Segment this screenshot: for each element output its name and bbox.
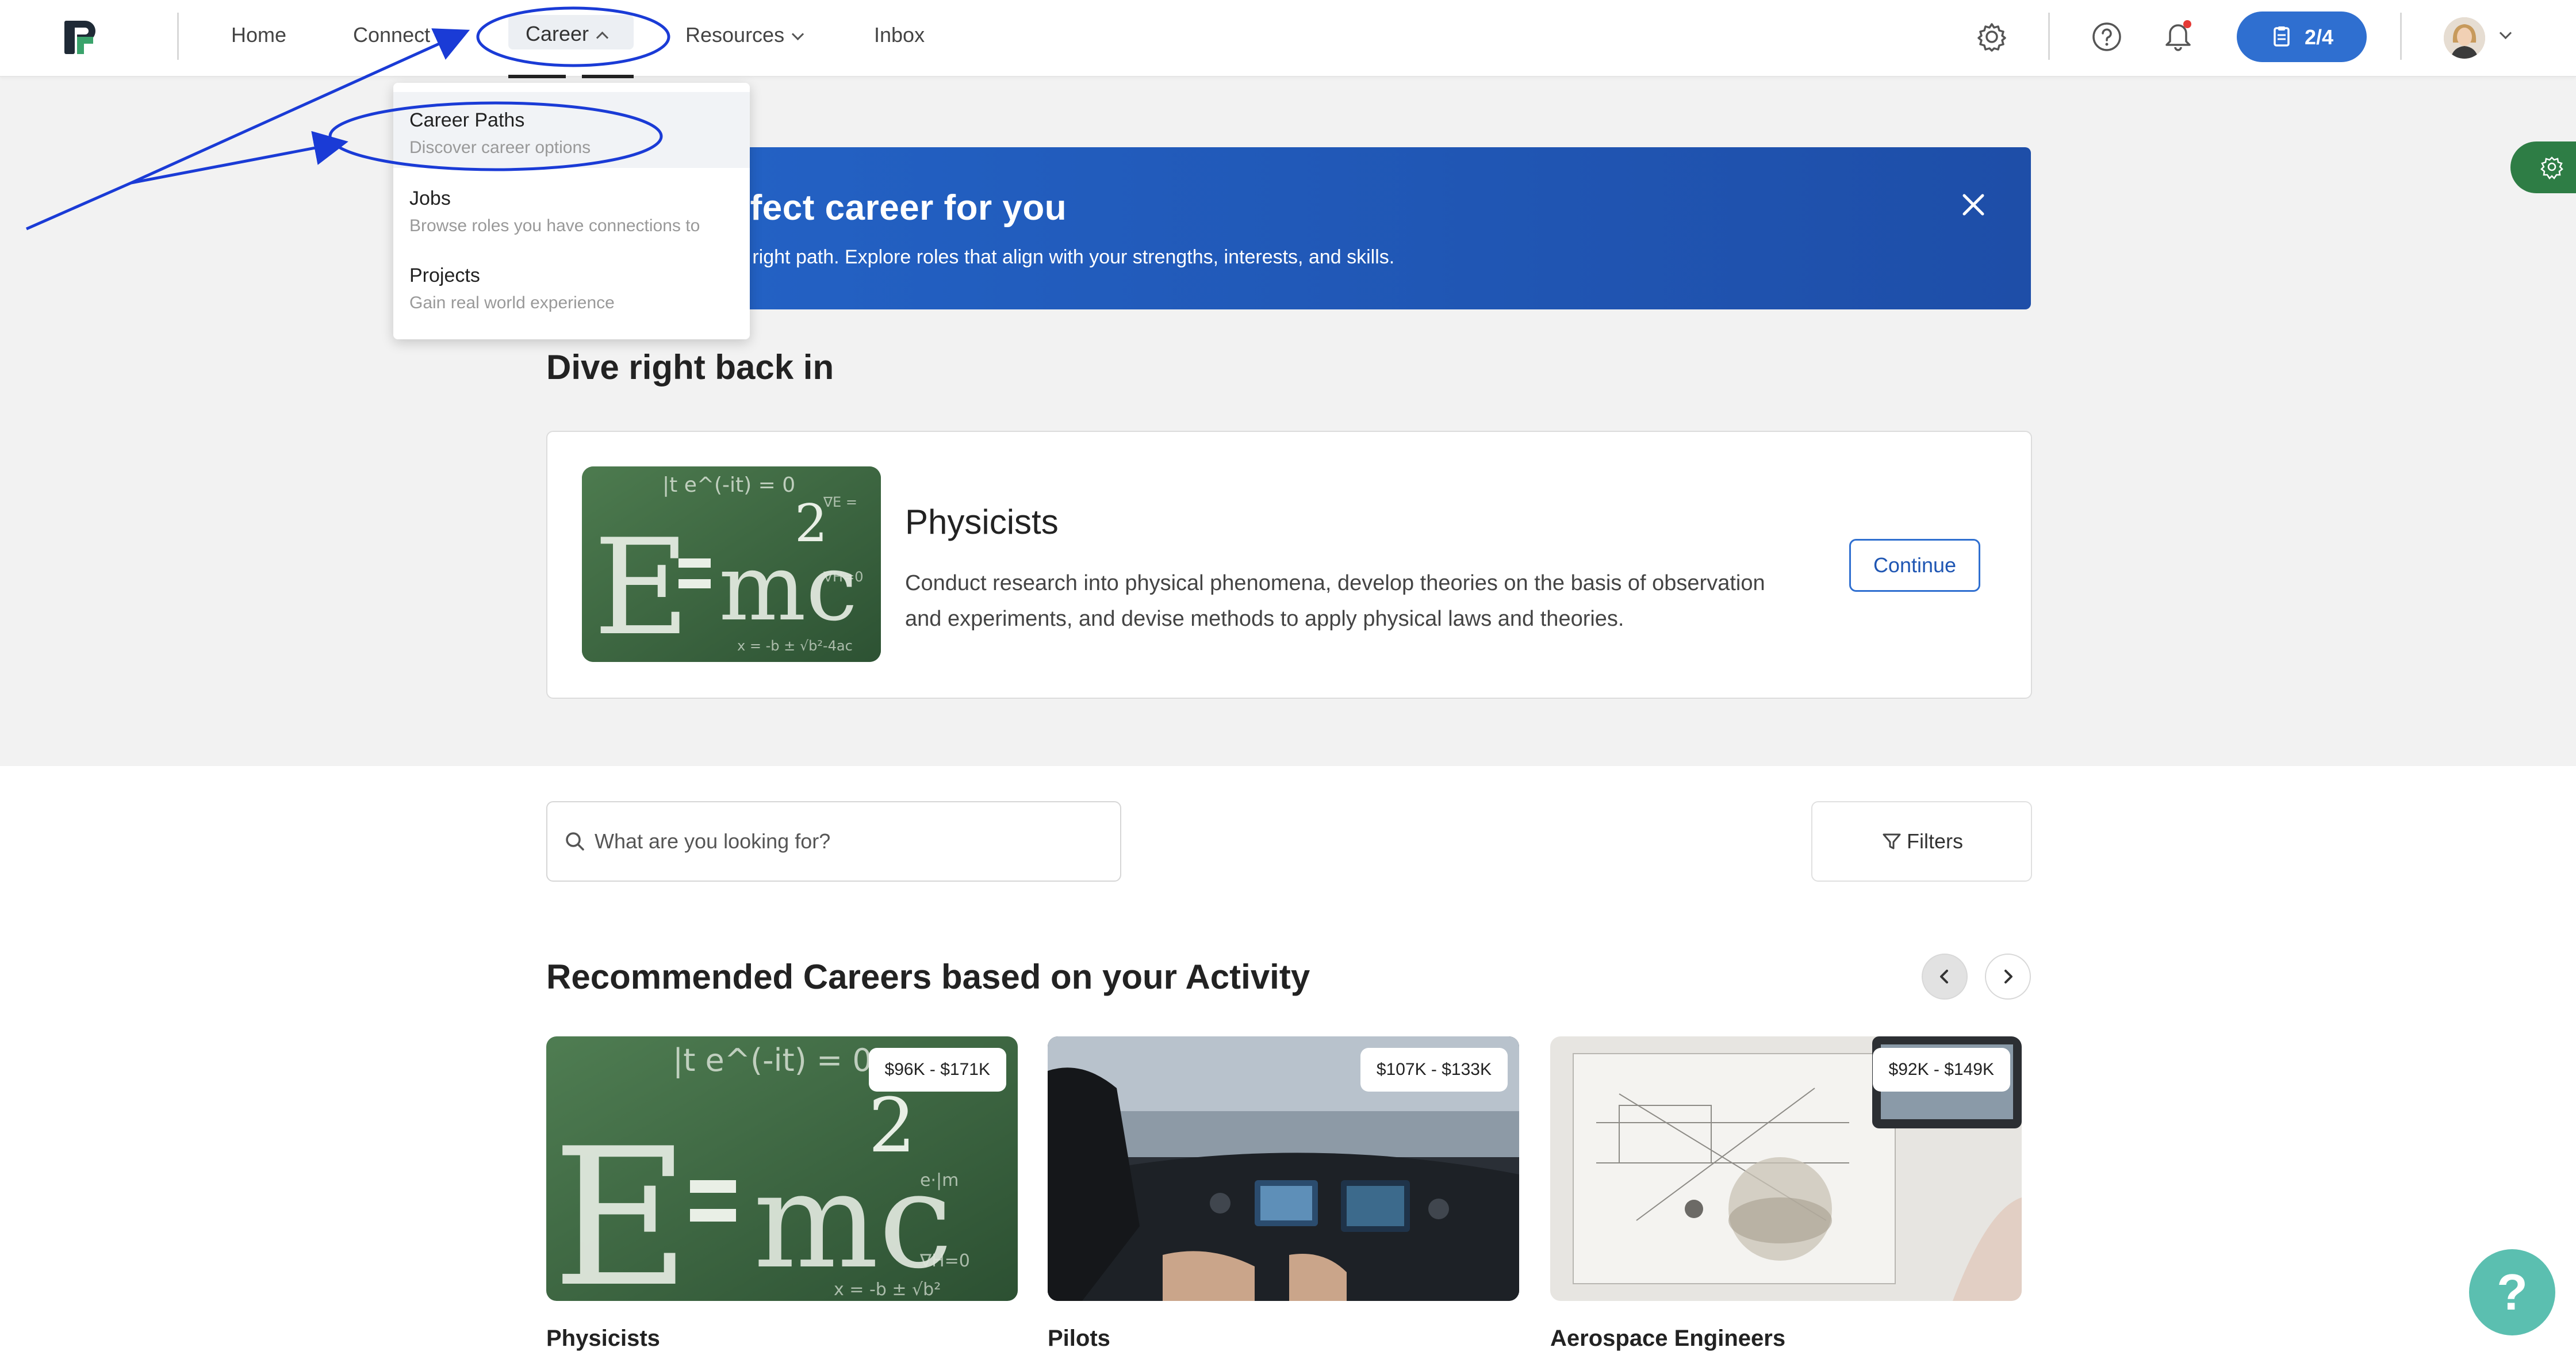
svg-text:e·|m: e·|m [920, 1170, 959, 1191]
chevron-up-icon [596, 31, 609, 44]
career-card-title[interactable]: Pilots [1048, 1326, 1110, 1352]
svg-text:∇E =: ∇E = [823, 494, 857, 510]
svg-text:E: E [552, 1108, 691, 1301]
lightbulb-icon [2540, 156, 2563, 179]
resume-heading: Dive right back in [546, 348, 834, 386]
salary-badge: $107K - $133K [1360, 1048, 1508, 1092]
salary-badge: $96K - $171K [868, 1048, 1006, 1092]
account-chevron-down-icon[interactable] [2499, 26, 2512, 40]
menu-item-projects[interactable]: Projects Gain real world experience [393, 247, 750, 323]
svg-text:2: 2 [868, 1082, 916, 1169]
career-card-pilots[interactable]: $107K - $133K [1048, 1036, 1519, 1301]
menu-item-jobs[interactable]: Jobs Browse roles you have connections t… [393, 170, 750, 246]
chevron-down-icon [791, 28, 804, 41]
side-feedback-tab[interactable] [2510, 141, 2576, 193]
resume-card: E mc 2 |t e^(-it) = 0 ∇E = ∇H=0 x = -b ±… [546, 431, 2032, 699]
resume-career-title: Physicists [905, 503, 1059, 541]
menu-item-career-paths[interactable]: Career Paths Discover career options [393, 92, 750, 168]
nav-home[interactable]: Home [231, 23, 286, 47]
nav-connect[interactable]: Connect [353, 23, 450, 47]
top-navbar: Home Connect Career Resources Inbox 2/4 [0, 0, 2576, 78]
banner-title: rfect career for you [736, 188, 1067, 228]
svg-text:|t e^(-it) = 0: |t e^(-it) = 0 [673, 1042, 872, 1078]
career-tab-indicator-left [508, 75, 566, 78]
career-dropdown-menu: Career Paths Discover career options Job… [393, 83, 750, 339]
svg-text:|t e^(-it) = 0: |t e^(-it) = 0 [662, 473, 795, 497]
user-avatar[interactable] [2444, 17, 2485, 59]
continue-button[interactable]: Continue [1849, 539, 1980, 592]
settings-gear-icon[interactable] [1976, 21, 2008, 53]
help-chat-button[interactable]: ? [2469, 1249, 2555, 1335]
nav-resources[interactable]: Resources [685, 23, 804, 47]
nav-divider [2048, 13, 2050, 60]
resume-career-description: Conduct research into physical phenomena… [905, 571, 1765, 631]
svg-text:x = -b ± √b²-4ac: x = -b ± √b²-4ac [737, 638, 853, 654]
carousel-prev-button[interactable] [1922, 954, 1968, 1000]
recommended-heading: Recommended Careers based on your Activi… [546, 958, 1310, 996]
career-card-physicists[interactable]: E mc 2 |t e^(-it) = 0 e·|m ∇H=0 x = -b ±… [546, 1036, 1018, 1301]
nav-divider [2400, 13, 2402, 60]
progress-counter-button[interactable]: 2/4 [2237, 12, 2367, 62]
nav-divider [177, 13, 179, 60]
app-logo[interactable] [62, 17, 99, 58]
svg-text:mc: mc [719, 534, 857, 641]
svg-text:mc: mc [753, 1145, 953, 1298]
svg-text:x = -b ± √b²: x = -b ± √b² [834, 1280, 941, 1300]
notifications-bell-icon[interactable] [2161, 17, 2193, 51]
welcome-banner: rfect career for you e right path. Explo… [546, 147, 2031, 309]
search-box[interactable] [546, 801, 1121, 882]
carousel-next-button[interactable] [1985, 954, 2031, 1000]
career-card-title[interactable]: Aerospace Engineers [1550, 1326, 1785, 1352]
search-input[interactable] [593, 822, 1102, 861]
career-card-aerospace-engineers[interactable]: $92K - $149K [1550, 1036, 2022, 1301]
physicist-chalkboard-image: E mc 2 |t e^(-it) = 0 ∇E = ∇H=0 x = -b ±… [582, 466, 881, 662]
help-circle-icon[interactable] [2091, 21, 2123, 53]
svg-text:E: E [593, 511, 690, 662]
svg-text:2: 2 [795, 493, 827, 554]
search-icon [566, 832, 584, 851]
filter-funnel-icon [1883, 833, 1901, 849]
close-icon[interactable] [1956, 187, 1991, 222]
salary-badge: $92K - $149K [1872, 1048, 2010, 1092]
svg-text:∇H=0: ∇H=0 [823, 569, 863, 585]
career-card-title[interactable]: Physicists [546, 1326, 660, 1352]
svg-text:∇H=0: ∇H=0 [919, 1251, 970, 1271]
chevron-down-icon [437, 28, 450, 41]
nav-inbox[interactable]: Inbox [874, 23, 925, 47]
clipboard-icon [2274, 26, 2290, 47]
career-tab-indicator-right [582, 75, 634, 78]
banner-subtitle: e right path. Explore roles that align w… [736, 246, 1395, 268]
filters-button[interactable]: Filters [1811, 801, 2032, 882]
nav-career[interactable]: Career [526, 22, 609, 46]
